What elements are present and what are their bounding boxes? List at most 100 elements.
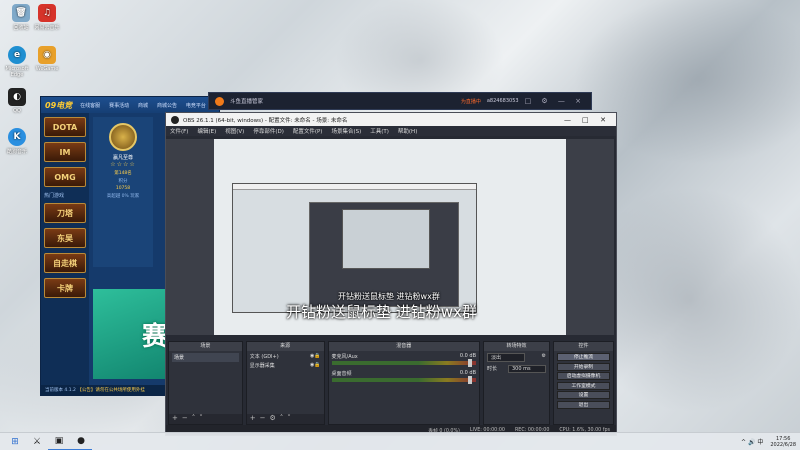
game-tile-cards[interactable]: 卡牌 <box>44 278 86 298</box>
mixer-slider-handle[interactable] <box>468 376 473 384</box>
douyu-manager-window[interactable]: 斗鱼直播管家 为直播中 a824683053 □ ⚙ — × <box>208 92 592 110</box>
source-row[interactable]: 显示器采集 ◉🔒 <box>250 362 321 369</box>
menu-tools[interactable]: 工具(T) <box>370 127 389 135</box>
profile-score-label: 积分 <box>118 179 128 184</box>
sources-dock-toolbar[interactable]: +−⚙˄˅ <box>246 414 324 424</box>
douyu-user-id: a824683053 <box>486 98 519 104</box>
mixer-track-name: 桌面音频 <box>331 371 352 377</box>
mixer-track: 桌面音频 0.0 dB <box>331 370 477 384</box>
studio-mode-button[interactable]: 工作室模式 <box>556 381 610 390</box>
eye-icon[interactable]: ◉🔒 <box>310 362 321 369</box>
menu-scene-collection[interactable]: 场景集合(S) <box>331 127 361 135</box>
profile-level: 第148名 <box>114 171 132 176</box>
douyu-window-controls[interactable]: □ ⚙ — × <box>525 97 585 105</box>
douyu-logo-icon <box>215 96 224 106</box>
menu-docks[interactable]: 停靠部件(D) <box>253 127 284 135</box>
desktop-icon-label: 回收站 <box>13 25 29 31</box>
minimize-icon[interactable]: — <box>560 116 576 124</box>
transition-duration-input[interactable]: 300 ms <box>507 365 546 373</box>
launcher-version: 当前版本 4.1.2 <box>45 388 76 393</box>
clock-date: 2022/6/28 <box>770 441 796 448</box>
game-tile-dongwu[interactable]: 东吴 <box>44 228 86 248</box>
preview-nested-window <box>342 209 430 269</box>
launcher-nav: 在线客服 赛事活动 商城 商城公告 电竞平台 <box>80 102 213 109</box>
game-tile-omg[interactable]: OMG <box>44 167 86 187</box>
mixer-volume-slider[interactable] <box>331 376 477 384</box>
menu-file[interactable]: 文件(F) <box>170 127 188 135</box>
eye-icon[interactable]: ◉🔒 <box>310 353 321 360</box>
taskbar-obs-icon[interactable]: ● <box>70 433 92 450</box>
edge-icon-glyph: e <box>8 46 26 64</box>
edge-icon[interactable]: e Microsoft Edge <box>0 46 34 78</box>
profile-stars: ☆☆☆☆ <box>110 161 136 168</box>
recycle-bin-icon-glyph: 🗑 <box>12 4 30 22</box>
controls-dock-title: 控件 <box>553 342 613 351</box>
exit-button[interactable]: 退出 <box>556 400 610 409</box>
launcher-game-list: DOTA IM OMG 热门游戏 刀塔 东吴 自走棋 卡牌 <box>41 113 89 385</box>
close-icon[interactable]: ✕ <box>595 116 611 124</box>
desktop-icon-label: Microsoft Edge <box>5 66 29 78</box>
mixer-track-name: 麦克风/Aux <box>331 354 358 360</box>
launcher-nav-item[interactable]: 赛事活动 <box>109 103 129 109</box>
source-row[interactable]: 文本 (GDI+) ◉🔒 <box>250 353 321 360</box>
transitions-dock-title: 转场特效 <box>484 342 549 351</box>
transitions-dock: 转场特效 淡出 ⚙ 时长 300 ms <box>483 341 550 425</box>
game-tile-daota[interactable]: 刀塔 <box>44 203 86 223</box>
profile-vip: 高超越 0% 玩家 <box>106 194 140 199</box>
settings-icon[interactable]: ⚙ <box>541 353 545 362</box>
game-tile-autochess[interactable]: 自走棋 <box>44 253 86 273</box>
qq-icon[interactable]: ◐ QQ <box>0 88 34 114</box>
desktop-icon-label: 酷狗音乐 <box>6 149 27 155</box>
menu-edit[interactable]: 编辑(E) <box>197 127 216 135</box>
launcher-profile-card: 嬴凡至尊 ☆☆☆☆ 第148名 积分 10758 高超越 0% 玩家 <box>93 117 153 267</box>
desktop-icon-label: QQ <box>13 108 21 114</box>
netease-music-icon[interactable]: ♫ 网易云音乐 <box>30 4 64 31</box>
launcher-logo: 09电竞 <box>45 100 73 110</box>
obs-window[interactable]: OBS 26.1.1 (64-bit, windows) - 配置文件: 未命名… <box>165 112 617 436</box>
scenes-dock-toolbar[interactable]: +−˄˅ <box>169 414 242 424</box>
controls-dock: 控件 停止推流 开始录制 启动虚拟摄像机 工作室模式 设置 退出 <box>552 341 614 425</box>
launcher-nav-item[interactable]: 电竞平台 <box>186 103 206 109</box>
game-tile-im[interactable]: IM <box>44 142 86 162</box>
launcher-notice: 【公告】请勿在公共场所使用外挂 <box>77 388 145 393</box>
taskbar-launcher-icon[interactable]: ▣ <box>48 433 70 450</box>
preview-left-pad <box>166 139 214 335</box>
transition-type-select[interactable]: 淡出 <box>487 353 526 362</box>
obs-titlebar: OBS 26.1.1 (64-bit, windows) - 配置文件: 未命名… <box>166 113 616 126</box>
transition-type-row: 淡出 ⚙ <box>487 353 546 362</box>
menu-help[interactable]: 帮助(H) <box>398 127 417 135</box>
launcher-nav-item[interactable]: 在线客服 <box>80 103 100 109</box>
mixer-track: 麦克风/Aux 0.0 dB <box>331 353 477 367</box>
stop-streaming-button[interactable]: 停止推流 <box>556 353 610 361</box>
launcher-nav-item[interactable]: 商城 <box>138 103 148 109</box>
launcher-nav-item[interactable]: 商城公告 <box>157 103 177 109</box>
sources-dock: 来源 文本 (GDI+) ◉🔒 显示器采集 ◉🔒 +−⚙˄˅ <box>245 341 325 425</box>
avatar[interactable] <box>109 123 137 151</box>
maximize-icon[interactable]: □ <box>577 116 593 124</box>
preview-right-pad <box>566 139 614 335</box>
kugou-icon-glyph: K <box>8 128 26 146</box>
taskbar-game-icon[interactable]: ⚔ <box>26 433 48 450</box>
launcher-side-label: 热门游戏 <box>44 193 65 199</box>
sources-dock-title: 来源 <box>246 342 324 351</box>
start-recording-button[interactable]: 开始录制 <box>556 362 610 371</box>
tray-icons[interactable]: ^ 🔊 中 <box>741 437 763 446</box>
scenes-dock-title: 场景 <box>169 342 242 351</box>
mixer-slider-handle[interactable] <box>468 359 473 367</box>
game-tile-dota[interactable]: DOTA <box>44 117 86 137</box>
menu-profile[interactable]: 配置文件(P) <box>293 127 323 135</box>
menu-view[interactable]: 视图(V) <box>225 127 244 135</box>
start-virtual-camera-button[interactable]: 启动虚拟摄像机 <box>556 372 610 380</box>
settings-button[interactable]: 设置 <box>556 391 610 399</box>
kugou-icon[interactable]: K 酷狗音乐 <box>0 128 34 155</box>
mixer-volume-slider[interactable] <box>331 359 477 367</box>
obs-docks: 场景 场景 +−˄˅ 来源 文本 (GDI+) ◉🔒 显示器采集 ◉🔒 +−⚙˄… <box>166 341 616 425</box>
source-name: 显示器采集 <box>249 363 275 369</box>
launcher-header: 09电竞 在线客服 赛事活动 商城 商城公告 电竞平台 <box>41 97 219 113</box>
obs-window-buttons: — □ ✕ <box>560 116 612 124</box>
netease-music-icon-glyph: ♫ <box>38 4 56 22</box>
start-button[interactable]: ⊞ <box>4 433 26 450</box>
scene-item[interactable]: 场景 <box>172 353 239 362</box>
taskbar-clock[interactable]: 17:56 2022/6/28 <box>770 436 796 448</box>
wegame-icon[interactable]: ◉ WeGame <box>30 46 64 72</box>
